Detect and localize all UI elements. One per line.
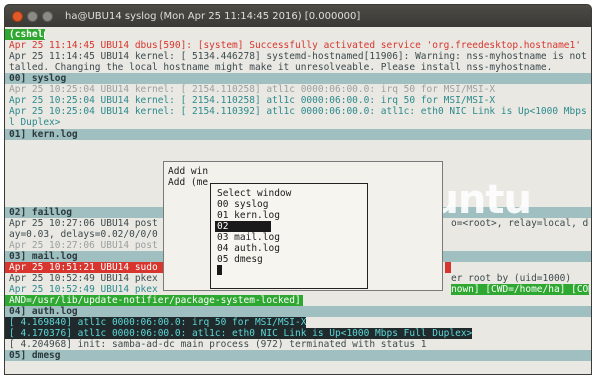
log-line: Apr 25 10:25:04 UBU14 kernel: [ 2154.110… [9,84,496,95]
log-line: Apr 25 10:52:49 UBU14 pkex [9,284,158,295]
window-header-kern-log[interactable]: 01] kern.log [5,129,591,140]
log-line: [ 4.204968] init: samba-ad-dc main proce… [9,339,427,350]
log-line: Apr 25 10:27:06 UBU14 post [9,218,158,229]
log-line: Apr 25 11:14:45 UBU14 dbus[590]: [system… [9,40,581,51]
close-icon[interactable] [12,10,23,22]
window-option[interactable]: 00 syslog [215,199,367,210]
dialog-title: Select window [217,188,292,199]
window-option[interactable]: 03 mail.log [215,232,367,243]
dialog-outer-label: Add (me [168,177,209,188]
maximize-icon[interactable] [42,10,53,22]
window-option[interactable]: 05 dmesg [215,254,367,265]
window-header-auth-log[interactable]: 04] auth.log [5,306,591,317]
text-cursor [217,265,222,275]
log-line: er root by (uid=1000) [451,273,572,284]
log-line: Apr 25 10:25:04 UBU14 kernel: [ 2154.110… [9,95,496,106]
window-option-selected[interactable]: 02 faillog [215,221,271,243]
window-option[interactable]: 01 kern.log [215,210,367,221]
log-line: (cshelper) [5,29,45,40]
window-option[interactable]: 04 auth.log [215,243,367,254]
select-window-dialog: Select window 00 syslog 01 kern.log 02 f… [210,183,368,289]
title-bar: ha@UBU14 syslog (Mon Apr 25 11:14:45 201… [5,5,591,27]
log-line: AND=/usr/lib/update-notifier/package-sys… [5,295,303,306]
log-line: Apr 25 10:52:49 UBU14 pkex [9,273,158,284]
log-line: [ 4.169840] atl1c 0000:06:00.0: irq 50 f… [5,317,307,328]
minimize-icon[interactable] [27,10,38,22]
log-line: [ 4.170376] atl1c 0000:06:00.0: atl1c: e… [5,328,473,339]
cursor-row [215,265,367,276]
log-line: Apr 25 10:27:06 UBU14 post [9,240,158,251]
red-marker [445,262,451,273]
log-line: nown] [CWD=/home/ha] [COMM [451,284,589,295]
log-line: ay=0.03, delays=0.02/0/0/0 [9,229,158,240]
log-line: Apr 25 11:14:45 UBU14 kernel: [ 5134.446… [9,51,589,62]
window-header-dmesg[interactable]: 05] dmesg [5,350,591,361]
dialog-outer-label: Add win [168,166,209,177]
window-title: ha@UBU14 syslog (Mon Apr 25 11:14:45 201… [65,10,361,22]
log-line: l Duplex> [9,117,61,128]
log-line: talled. Changing the local hostname migh… [9,62,553,73]
log-line: Apr 25 10:25:04 UBU14 kernel: [ 2154.110… [9,106,589,117]
log-line: Apr 25 10:51:21 UBU14 sudo [5,262,165,273]
window-header-syslog[interactable]: 00] syslog [5,73,591,84]
